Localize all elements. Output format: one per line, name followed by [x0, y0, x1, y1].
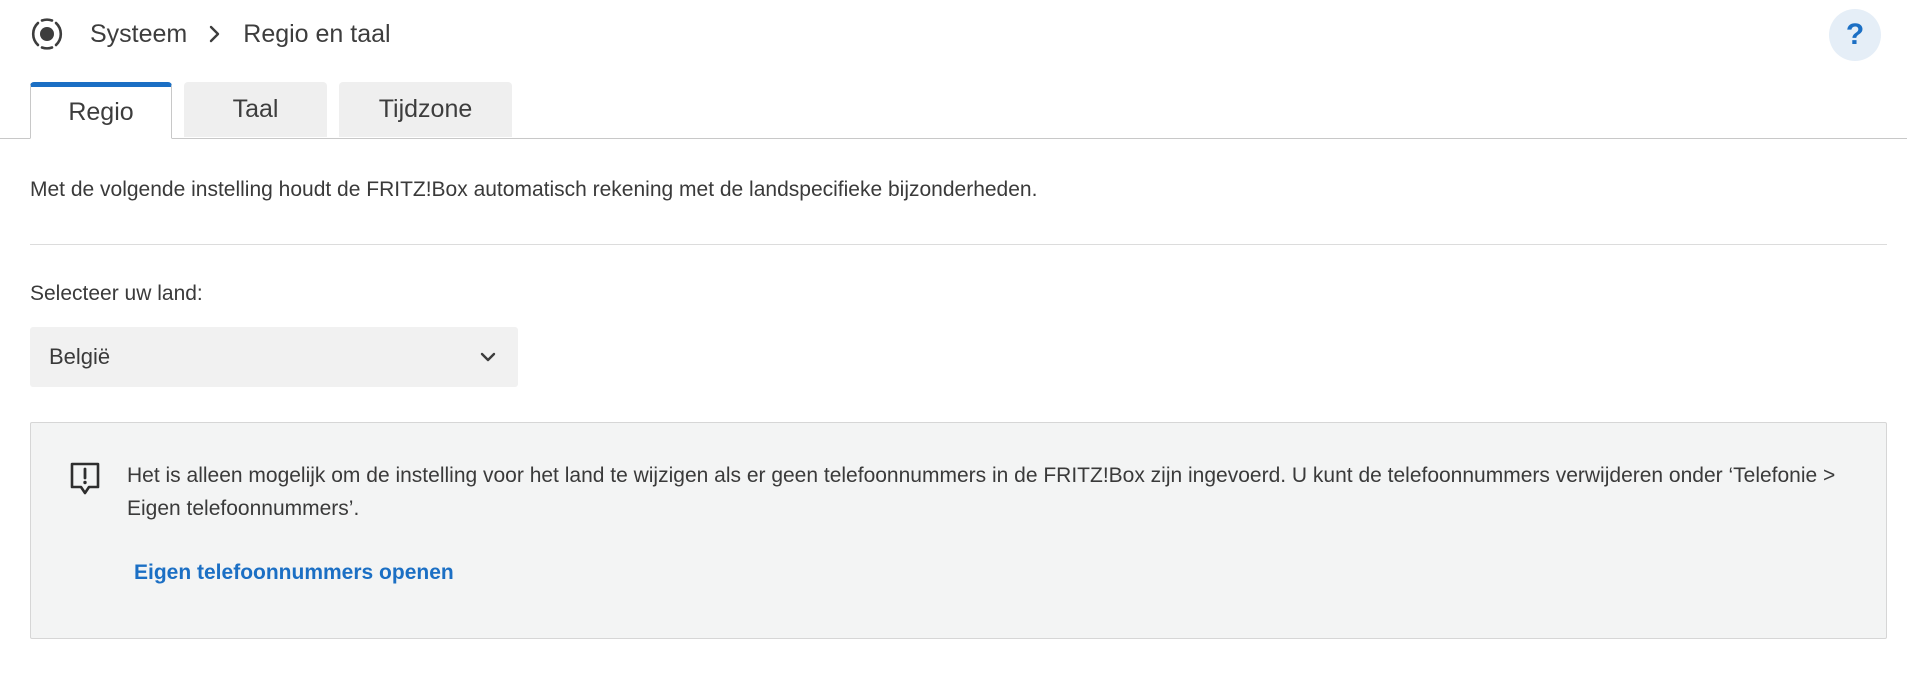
open-own-phone-numbers-link[interactable]: Eigen telefoonnummers openen [134, 561, 454, 585]
notice-text: Het is alleen mogelijk om de instelling … [127, 464, 1836, 520]
tab-label: Taal [232, 95, 279, 123]
system-icon [30, 17, 64, 51]
help-icon: ? [1845, 18, 1865, 51]
tab-bar-divider [0, 138, 1907, 139]
breadcrumb: Systeem Regio en taal [30, 14, 391, 54]
tab-taal[interactable]: Taal [184, 82, 327, 137]
page: Systeem Regio en taal ? Regio Taal Tijdz… [0, 0, 1907, 693]
help-button[interactable]: ? [1829, 9, 1881, 61]
intro-text: Met de volgende instelling houdt de FRIT… [30, 178, 1038, 201]
tab-label: Regio [68, 98, 134, 126]
tab-bar: Regio Taal Tijdzone [30, 82, 512, 139]
country-select-label: Selecteer uw land: [30, 282, 203, 305]
tab-tijdzone[interactable]: Tijdzone [339, 82, 512, 137]
notice-panel: Het is alleen mogelijk om de instelling … [30, 422, 1887, 639]
tab-regio[interactable]: Regio [30, 82, 172, 139]
country-select[interactable]: België [30, 327, 518, 387]
alert-message-icon [70, 462, 100, 495]
section-divider [30, 244, 1887, 245]
chevron-down-icon [480, 352, 496, 362]
breadcrumb-current: Regio en taal [243, 19, 391, 48]
chevron-right-icon [205, 24, 225, 44]
tab-label: Tijdzone [378, 95, 473, 123]
breadcrumb-parent-systeem[interactable]: Systeem [90, 20, 187, 49]
country-select-value: België [49, 344, 111, 369]
